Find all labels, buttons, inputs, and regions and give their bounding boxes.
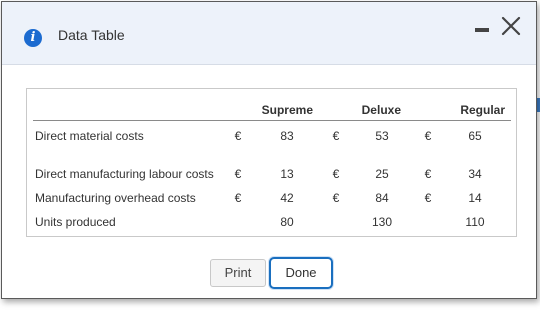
cell-supreme: 80 [280, 215, 294, 229]
currency-symbol: € [424, 191, 432, 205]
dialog-title: Data Table [58, 27, 125, 43]
data-table-container: Supreme Deluxe Regular Direct material c… [26, 88, 517, 237]
cell-supreme: 42 [280, 191, 294, 205]
table-row: Units produced 80 130 110 [33, 205, 511, 229]
cell-regular: 34 [468, 167, 482, 181]
currency-symbol: € [332, 129, 340, 143]
currency-symbol: € [424, 129, 432, 143]
currency-symbol: € [332, 167, 340, 181]
header-supreme: Supreme [227, 97, 325, 121]
done-button[interactable]: Done [269, 257, 333, 289]
header-regular: Regular [417, 97, 511, 121]
currency-symbol: € [234, 191, 242, 205]
row-label: Manufacturing overhead costs [35, 191, 196, 205]
currency-symbol: € [332, 191, 340, 205]
table-header-row: Supreme Deluxe Regular [33, 97, 511, 121]
row-label: Direct material costs [35, 129, 144, 143]
cell-regular: 110 [465, 215, 485, 229]
row-label: Units produced [35, 215, 116, 229]
cell-supreme: 13 [280, 167, 294, 181]
currency-symbol: € [234, 167, 242, 181]
data-table-dialog: i Data Table Supreme Deluxe Regular Dire… [1, 1, 537, 299]
close-icon[interactable] [498, 13, 524, 39]
dialog-button-bar: Print Done [2, 257, 536, 289]
cell-deluxe: 53 [375, 129, 389, 143]
data-table: Supreme Deluxe Regular Direct material c… [33, 97, 511, 229]
cell-deluxe: 25 [375, 167, 389, 181]
minimize-icon[interactable] [475, 28, 489, 32]
header-blank [33, 97, 227, 121]
cell-supreme: 83 [280, 129, 294, 143]
header-deluxe: Deluxe [325, 97, 417, 121]
cell-deluxe: 130 [371, 215, 393, 229]
currency-symbol [325, 205, 347, 229]
dialog-titlebar: i Data Table [2, 2, 536, 65]
cell-regular: 14 [468, 191, 482, 205]
table-row: Direct material costs € 83 € 53 € 65 [33, 121, 511, 143]
currency-symbol: € [234, 129, 242, 143]
print-button[interactable]: Print [210, 259, 266, 287]
currency-symbol [227, 205, 249, 229]
row-label: Direct manufacturing labour costs [35, 167, 214, 181]
currency-symbol [417, 205, 439, 229]
table-row: Manufacturing overhead costs € 42 € 84 €… [33, 182, 511, 205]
currency-symbol: € [424, 167, 432, 181]
cell-deluxe: 84 [375, 191, 389, 205]
table-row: Direct manufacturing labour costs € 13 €… [33, 143, 511, 182]
info-icon: i [24, 29, 42, 47]
cell-regular: 65 [468, 129, 482, 143]
